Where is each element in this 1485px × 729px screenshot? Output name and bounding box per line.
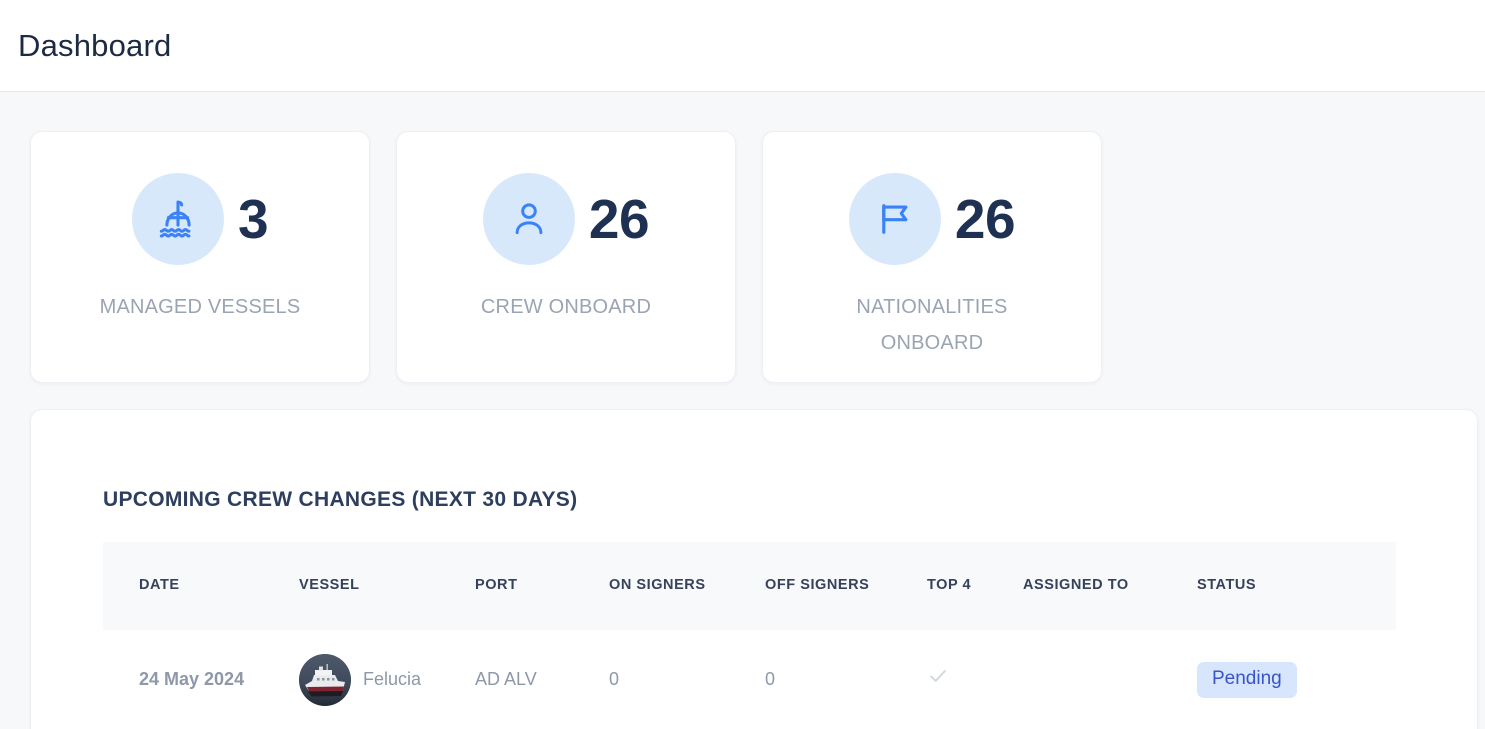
upcoming-crew-changes-panel: UPCOMING CREW CHANGES (NEXT 30 DAYS) DAT… [30, 409, 1478, 729]
vessel-photo-avatar [299, 654, 351, 706]
stat-value-managed-vessels: 3 [237, 187, 269, 250]
column-header-top4[interactable]: TOP 4 [927, 542, 1023, 630]
stat-card-main: 3 [131, 173, 269, 265]
cell-date: 24 May 2024 [139, 669, 245, 690]
ship-icon [131, 173, 224, 265]
stat-card-managed-vessels[interactable]: 3 MANAGED VESSELS [30, 131, 370, 383]
panel-title: UPCOMING CREW CHANGES (NEXT 30 DAYS) [103, 488, 578, 511]
check-icon [927, 665, 949, 696]
crew-changes-table: DATE VESSEL PORT ON SIGNERS OFF SIGNERS … [103, 542, 1396, 729]
column-header-port[interactable]: PORT [475, 542, 609, 630]
page-content: 3 MANAGED VESSELS 26 CREW ONBOARD 26 NAT… [0, 92, 1485, 729]
stat-card-main: 26 [482, 173, 650, 265]
stat-value-crew-onboard: 26 [588, 187, 650, 250]
stat-value-nationalities-onboard: 26 [954, 187, 1016, 250]
cell-vessel: Felucia [299, 630, 475, 729]
status-badge[interactable]: Pending [1197, 661, 1297, 699]
person-icon [482, 173, 575, 265]
column-header-date[interactable]: DATE [103, 542, 299, 630]
vessel-cell: Felucia [299, 654, 463, 706]
stat-card-main: 26 [848, 173, 1016, 265]
stat-label-managed-vessels: MANAGED VESSELS [99, 296, 301, 318]
table-header-row: DATE VESSEL PORT ON SIGNERS OFF SIGNERS … [103, 542, 1396, 630]
stat-card-crew-onboard[interactable]: 26 CREW ONBOARD [396, 131, 736, 383]
cell-assigned-to [1023, 630, 1197, 729]
top-header-bar: Dashboard [0, 0, 1485, 92]
cell-top4 [927, 630, 1023, 729]
stat-cards-row: 3 MANAGED VESSELS 26 CREW ONBOARD 26 NAT… [0, 92, 1485, 383]
page-title: Dashboard [18, 28, 172, 63]
cell-off-signers: 0 [765, 669, 776, 690]
crew-changes-table-wrapper: DATE VESSEL PORT ON SIGNERS OFF SIGNERS … [31, 512, 1477, 729]
column-header-vessel[interactable]: VESSEL [299, 542, 475, 630]
flag-icon [848, 173, 941, 265]
cell-port: AD ALV [475, 669, 537, 690]
cell-status: Pending [1197, 630, 1396, 729]
column-header-status[interactable]: STATUS [1197, 542, 1396, 630]
stat-label-crew-onboard: CREW ONBOARD [480, 296, 652, 318]
table-head: DATE VESSEL PORT ON SIGNERS OFF SIGNERS … [103, 542, 1396, 630]
column-header-assigned-to[interactable]: ASSIGNED TO [1023, 542, 1197, 630]
column-header-on-signers[interactable]: ON SIGNERS [609, 542, 765, 630]
cell-on-signers: 0 [609, 669, 620, 690]
vessel-name: Felucia [363, 669, 422, 690]
column-header-off-signers[interactable]: OFF SIGNERS [765, 542, 927, 630]
stat-label-nationalities-onboard: NATIONALITIES ONBOARD [856, 296, 1008, 354]
stat-card-nationalities-onboard[interactable]: 26 NATIONALITIES ONBOARD [762, 131, 1102, 383]
table-row[interactable]: 24 May 2024 Felucia AD ALV 0 0 Pending [103, 630, 1396, 729]
table-body: 24 May 2024 Felucia AD ALV 0 0 Pending [103, 630, 1396, 729]
